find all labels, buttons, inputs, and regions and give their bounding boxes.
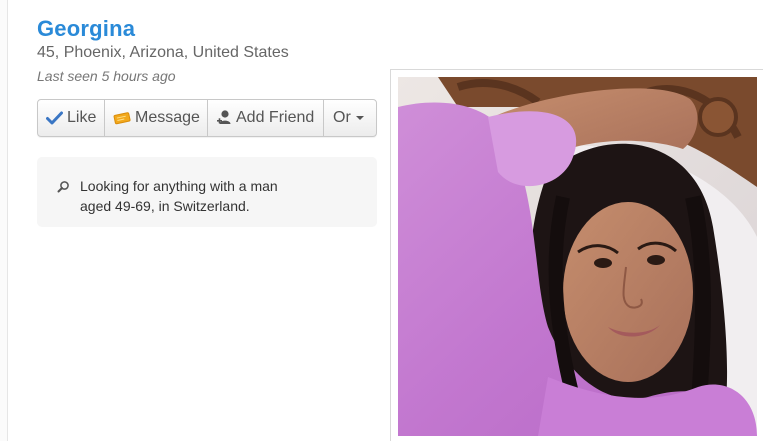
more-actions-dropdown[interactable]: Or [324, 100, 376, 136]
last-seen-status: Last seen 5 hours ago [37, 68, 176, 84]
add-friend-button-label: Add Friend [236, 109, 315, 126]
profile-location: 45, Phoenix, Arizona, United States [37, 44, 289, 61]
like-button[interactable]: Like [38, 100, 105, 136]
add-friend-button[interactable]: Add Friend [208, 100, 324, 136]
chevron-down-icon [355, 116, 364, 120]
search-icon [57, 180, 70, 198]
looking-for-text: Looking for anything with a man aged 49-… [80, 176, 340, 216]
add-user-icon [216, 109, 232, 127]
checkmark-icon [46, 111, 63, 125]
profile-action-buttons: Like Message Add Friend Or [37, 99, 377, 137]
page-left-edge [0, 0, 8, 441]
like-button-label: Like [67, 109, 97, 126]
looking-for-panel: Looking for anything with a man aged 49-… [37, 157, 377, 227]
more-actions-label: Or [333, 109, 351, 126]
looking-for-line-2: aged 49-69, in Switzerland. [80, 198, 250, 214]
profile-photo-frame [390, 69, 763, 441]
looking-for-line-1: Looking for anything with a man [80, 178, 278, 194]
profile-name[interactable]: Georgina [37, 16, 135, 42]
ticket-icon [113, 111, 131, 125]
message-button-label: Message [135, 109, 200, 126]
message-button[interactable]: Message [105, 100, 208, 136]
profile-photo[interactable] [398, 77, 757, 436]
